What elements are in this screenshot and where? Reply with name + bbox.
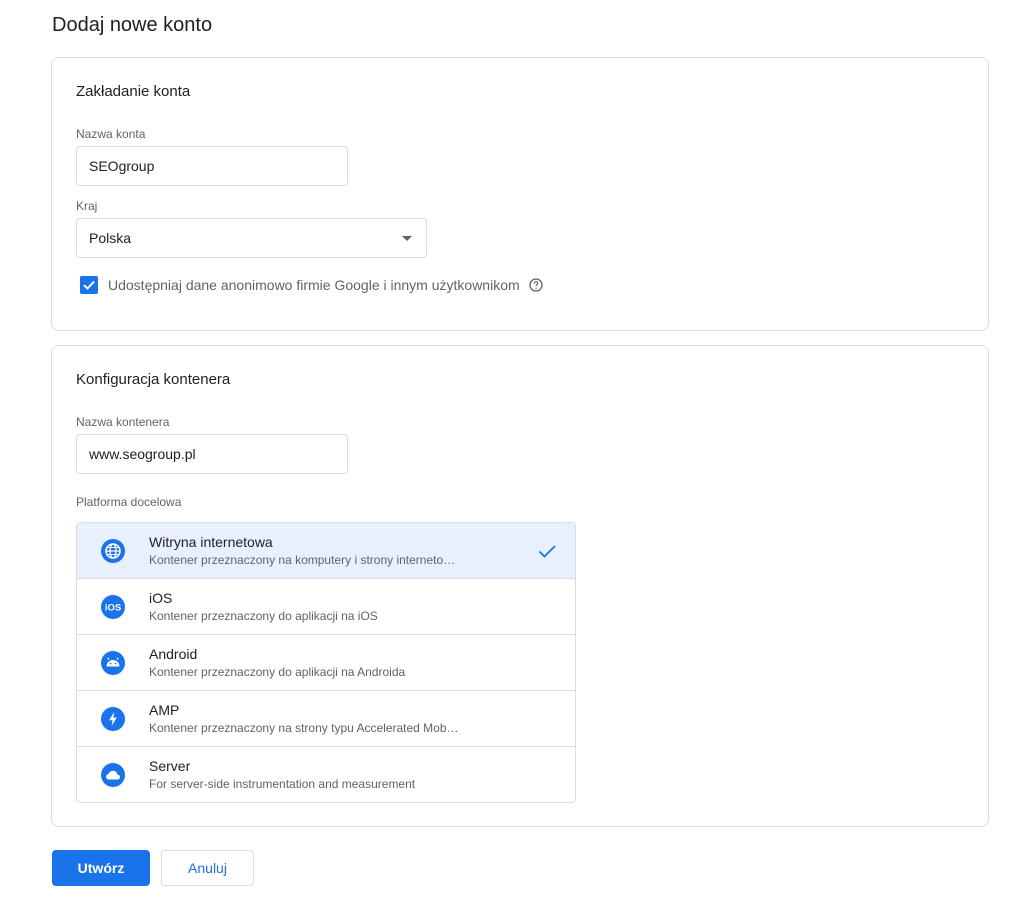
container-name-input[interactable]: www.seogroup.pl bbox=[76, 434, 348, 474]
share-data-checkbox[interactable] bbox=[80, 276, 98, 294]
container-config-card: Konfiguracja kontenera Nazwa kontenera w… bbox=[51, 345, 989, 827]
android-icon bbox=[101, 650, 125, 675]
account-setup-card: Zakładanie konta Nazwa konta SEOgroup Kr… bbox=[51, 57, 989, 331]
platform-title: Witryna internetowa bbox=[149, 533, 273, 550]
platform-option-ios[interactable]: iOS iOS Kontener przeznaczony do aplikac… bbox=[77, 579, 575, 635]
platform-option-website[interactable]: Witryna internetowa Kontener przeznaczon… bbox=[77, 523, 575, 579]
platform-option-amp[interactable]: AMP Kontener przeznaczony na strony typu… bbox=[77, 691, 575, 747]
platform-description: Kontener przeznaczony na strony typu Acc… bbox=[149, 720, 459, 735]
target-platform-label: Platforma docelowa bbox=[76, 495, 182, 509]
country-select[interactable]: Polska bbox=[76, 218, 427, 258]
cloud-icon bbox=[101, 762, 125, 787]
account-setup-heading: Zakładanie konta bbox=[76, 83, 191, 100]
country-label: Kraj bbox=[76, 199, 98, 213]
platform-description: Kontener przeznaczony do aplikacji na An… bbox=[149, 664, 406, 679]
platform-description: Kontener przeznaczony do aplikacji na iO… bbox=[149, 608, 378, 623]
platform-description: For server-side instrumentation and meas… bbox=[149, 776, 416, 791]
container-name-label: Nazwa kontenera bbox=[76, 415, 170, 429]
platform-option-android[interactable]: Android Kontener przeznaczony do aplikac… bbox=[77, 635, 575, 691]
ios-icon: iOS bbox=[101, 594, 125, 619]
create-button[interactable]: Utwórz bbox=[52, 850, 150, 886]
cancel-button[interactable]: Anuluj bbox=[161, 850, 254, 886]
platform-title: iOS bbox=[149, 589, 173, 606]
amp-bolt-icon bbox=[101, 706, 125, 731]
container-config-heading: Konfiguracja kontenera bbox=[76, 371, 231, 388]
page-title: Dodaj nowe konto bbox=[52, 14, 213, 36]
help-icon[interactable] bbox=[529, 278, 543, 292]
share-data-row[interactable]: Udostępniaj dane anonimowo firmie Google… bbox=[80, 276, 543, 294]
platform-title: Server bbox=[149, 757, 191, 774]
svg-text:iOS: iOS bbox=[105, 602, 121, 613]
account-name-input[interactable]: SEOgroup bbox=[76, 146, 348, 186]
dropdown-arrow-icon bbox=[402, 235, 412, 241]
platform-title: AMP bbox=[149, 701, 180, 718]
globe-icon bbox=[101, 538, 125, 563]
account-name-label: Nazwa konta bbox=[76, 127, 146, 141]
country-select-value: Polska bbox=[89, 230, 132, 246]
platform-title: Android bbox=[149, 645, 198, 662]
checkmark-icon bbox=[83, 280, 95, 290]
platform-description: Kontener przeznaczony na komputery i str… bbox=[149, 552, 456, 567]
selected-check-icon bbox=[538, 545, 556, 558]
platform-option-server[interactable]: Server For server-side instrumentation a… bbox=[77, 747, 575, 802]
share-data-label: Udostępniaj dane anonimowo firmie Google… bbox=[108, 277, 520, 293]
platform-list: Witryna internetowa Kontener przeznaczon… bbox=[76, 522, 576, 803]
